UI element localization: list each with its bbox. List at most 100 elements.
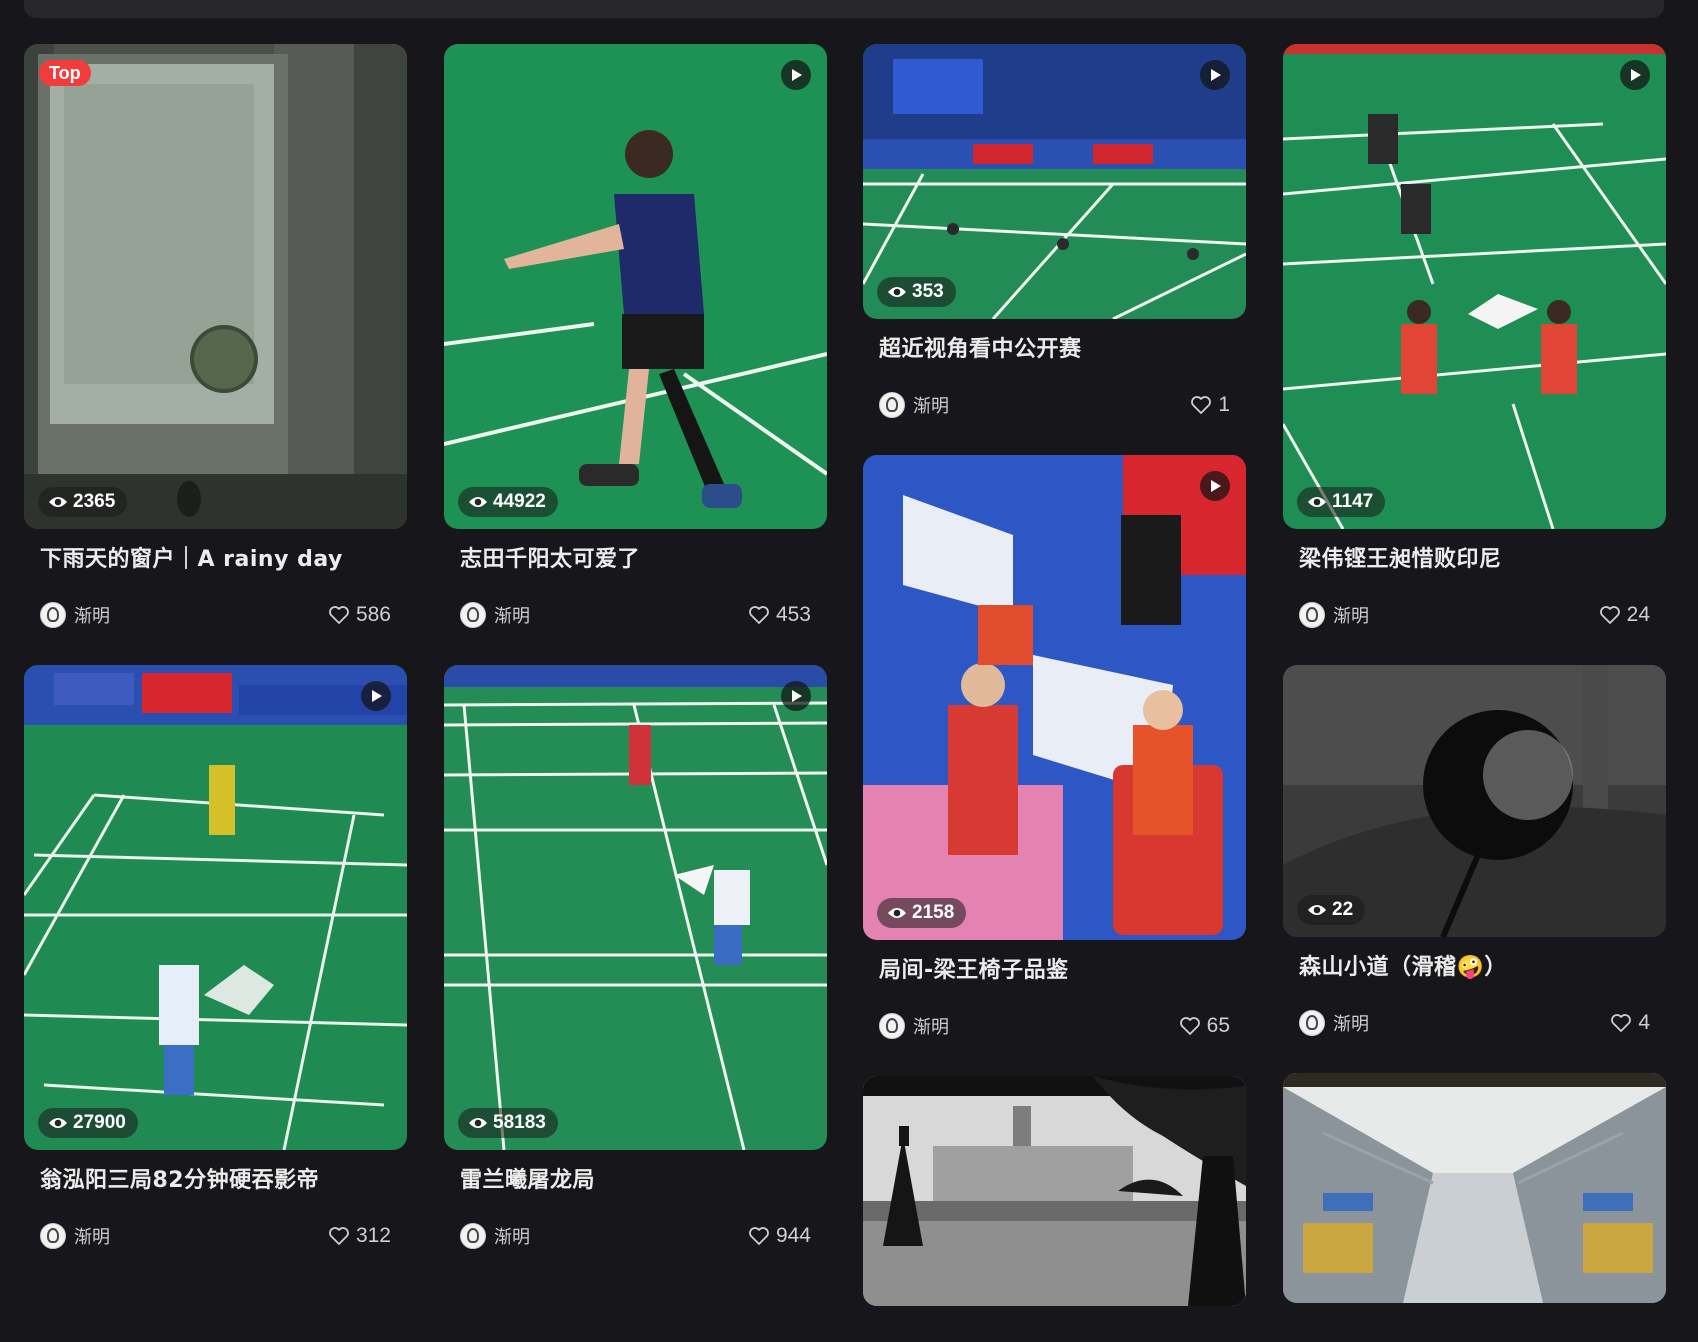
author-name[interactable]: 渐明 (494, 602, 530, 628)
feed-column-1: Top 2365 下雨天的窗户｜A rainy day 渐明 586 27900… (24, 44, 407, 1286)
author-name[interactable]: 渐明 (1333, 602, 1369, 628)
eye-icon (1308, 905, 1326, 915)
like-count: 944 (775, 1224, 811, 1247)
author-name[interactable]: 渐明 (74, 602, 110, 628)
author-name[interactable]: 渐明 (1333, 1010, 1369, 1036)
post-thumbnail[interactable]: Top 2365 (24, 44, 407, 529)
post-thumbnail[interactable]: 58183 (444, 665, 827, 1150)
play-icon (361, 681, 391, 711)
post-card[interactable]: 27900 翁泓阳三局82分钟硬吞影帝 渐明 312 (24, 665, 407, 1250)
post-card[interactable]: Top 2365 下雨天的窗户｜A rainy day 渐明 586 (24, 44, 407, 629)
eye-icon (469, 1118, 487, 1128)
heart-icon (1611, 1014, 1632, 1032)
post-thumbnail[interactable]: 44922 (444, 44, 827, 529)
heart-icon (1599, 606, 1620, 624)
avatar[interactable] (1299, 1010, 1325, 1036)
like-button[interactable]: 944 (748, 1224, 811, 1248)
eye-icon (1308, 497, 1326, 507)
post-meta: 渐明 4 (1299, 1009, 1650, 1037)
play-icon (1200, 471, 1230, 501)
post-card[interactable]: 2158 局间-梁王椅子品鉴 渐明 65 (863, 455, 1246, 1040)
post-card[interactable]: 1147 梁伟铿王昶惜败印尼 渐明 24 (1283, 44, 1666, 629)
view-count: 58183 (458, 1108, 558, 1138)
author-name[interactable]: 渐明 (494, 1223, 530, 1249)
like-count: 24 (1626, 603, 1650, 626)
author[interactable]: 渐明 (879, 392, 949, 418)
feed-column-3: 353 超近视角看中公开赛 渐明 1 2158 局间-梁王椅子品鉴 渐明 65 (863, 44, 1246, 1342)
view-count: 27900 (38, 1108, 138, 1138)
like-button[interactable]: 312 (328, 1224, 391, 1248)
avatar[interactable] (40, 602, 66, 628)
avatar[interactable] (1299, 602, 1325, 628)
post-title[interactable]: 超近视角看中公开赛 (879, 335, 1230, 365)
like-button[interactable]: 1 (1190, 393, 1230, 417)
post-meta: 渐明 24 (1299, 601, 1650, 629)
post-card[interactable]: 22 森山小道（滑稽🤪） 渐明 4 (1283, 665, 1666, 1037)
badminton-doubles-image (1283, 44, 1666, 529)
post-card[interactable]: 58183 雷兰曦屠龙局 渐明 944 (444, 665, 827, 1250)
city-skyline-image (863, 1076, 1246, 1306)
top-toolbar (24, 0, 1664, 18)
top-badge: Top (39, 60, 91, 86)
eye-icon (888, 908, 906, 918)
post-thumbnail[interactable]: 1147 (1283, 44, 1666, 529)
view-count-value: 58183 (493, 1112, 546, 1133)
view-count-value: 353 (912, 281, 944, 302)
post-card[interactable] (1283, 1073, 1666, 1303)
post-title[interactable]: 雷兰曦屠龙局 (460, 1166, 811, 1196)
heart-icon (329, 1227, 349, 1245)
author[interactable]: 渐明 (460, 602, 530, 628)
like-button[interactable]: 24 (1599, 603, 1650, 627)
eye-icon (49, 497, 67, 507)
eye-icon (888, 287, 906, 297)
avatar[interactable] (879, 392, 905, 418)
post-title[interactable]: 志田千阳太可爱了 (460, 545, 811, 575)
post-meta: 渐明 944 (460, 1222, 811, 1250)
author[interactable]: 渐明 (40, 602, 110, 628)
post-title[interactable]: 梁伟铿王昶惜败印尼 (1299, 545, 1650, 575)
player-image (444, 44, 827, 529)
avatar[interactable] (879, 1013, 905, 1039)
view-count: 44922 (458, 487, 558, 517)
view-count: 2158 (877, 898, 967, 928)
author[interactable]: 渐明 (1299, 602, 1369, 628)
like-count: 65 (1206, 1014, 1230, 1037)
like-count: 4 (1638, 1011, 1650, 1034)
like-count: 1 (1218, 393, 1230, 416)
post-thumbnail[interactable] (863, 1076, 1246, 1306)
view-count-value: 27900 (73, 1112, 126, 1133)
post-card[interactable]: 44922 志田千阳太可爱了 渐明 453 (444, 44, 827, 629)
post-title[interactable]: 下雨天的窗户｜A rainy day (40, 545, 391, 575)
author-name[interactable]: 渐明 (74, 1223, 110, 1249)
view-count: 22 (1297, 895, 1366, 925)
view-count-value: 44922 (493, 491, 546, 512)
post-thumbnail[interactable]: 353 (863, 44, 1246, 319)
author-name[interactable]: 渐明 (913, 392, 949, 418)
like-button[interactable]: 4 (1610, 1011, 1650, 1035)
author[interactable]: 渐明 (40, 1223, 110, 1249)
post-card[interactable]: 353 超近视角看中公开赛 渐明 1 (863, 44, 1246, 419)
post-card[interactable] (863, 1076, 1246, 1306)
author[interactable]: 渐明 (1299, 1010, 1369, 1036)
author[interactable]: 渐明 (879, 1013, 949, 1039)
post-title[interactable]: 翁泓阳三局82分钟硬吞影帝 (40, 1166, 391, 1196)
avatar[interactable] (40, 1223, 66, 1249)
avatar[interactable] (460, 1223, 486, 1249)
heart-icon (749, 606, 769, 624)
feed-column-2: 44922 志田千阳太可爱了 渐明 453 58183 雷兰曦屠龙局 渐明 94… (444, 44, 827, 1286)
post-thumbnail[interactable]: 27900 (24, 665, 407, 1150)
post-thumbnail[interactable] (1283, 1073, 1666, 1303)
badminton-court-image (444, 665, 827, 1150)
avatar[interactable] (460, 602, 486, 628)
post-thumbnail[interactable]: 22 (1283, 665, 1666, 937)
author-name[interactable]: 渐明 (913, 1013, 949, 1039)
post-title[interactable]: 森山小道（滑稽🤪） (1299, 953, 1650, 983)
post-title[interactable]: 局间-梁王椅子品鉴 (879, 956, 1230, 986)
author[interactable]: 渐明 (460, 1223, 530, 1249)
post-thumbnail[interactable]: 2158 (863, 455, 1246, 940)
post-meta: 渐明 1 (879, 391, 1230, 419)
like-button[interactable]: 65 (1179, 1014, 1230, 1038)
like-button[interactable]: 586 (328, 603, 391, 627)
like-button[interactable]: 453 (748, 603, 811, 627)
view-count-value: 22 (1332, 899, 1354, 920)
